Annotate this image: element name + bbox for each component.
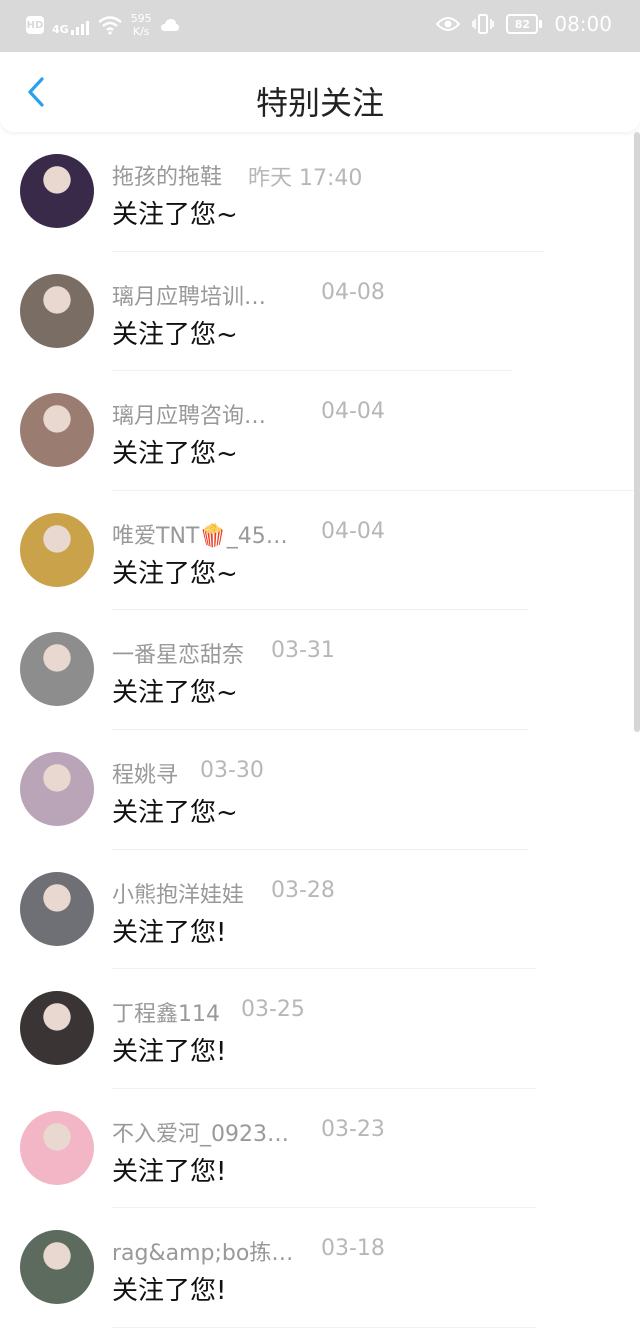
avatar[interactable]	[20, 751, 94, 826]
eye-icon	[436, 17, 461, 31]
user-name[interactable]: 不入爱河_0923…	[112, 1116, 289, 1148]
wifi-icon	[97, 16, 122, 35]
page-title: 特别关注	[255, 84, 384, 122]
signal-bars-icon	[70, 19, 89, 35]
avatar[interactable]	[20, 154, 94, 228]
timestamp: 03-18	[321, 1236, 385, 1262]
timestamp: 03-25	[241, 997, 305, 1023]
user-name[interactable]: 唯爱TNT🍿_45…	[112, 518, 288, 550]
list-item[interactable]: 璃月应聘咨询… 04-04 关注了您~	[0, 371, 640, 491]
avatar[interactable]	[20, 632, 94, 707]
network-label: 4G	[52, 23, 69, 36]
avatar[interactable]	[20, 273, 94, 348]
list-item[interactable]: 唯爱TNT🍿_45… 04-04 关注了您~	[0, 491, 640, 611]
user-name[interactable]: 小熊抱洋娃娃	[112, 877, 244, 909]
follow-message: 关注了您!	[112, 1037, 227, 1068]
cloud-icon	[160, 19, 179, 31]
follow-message: 关注了您~	[112, 797, 238, 828]
follow-message: 关注了您~	[112, 319, 238, 350]
divider	[112, 1326, 536, 1328]
follow-list: 拖孩的拖鞋 昨天 17:40 关注了您~ 璃月应聘培训… 04-08 关注了您~ 璃月应聘咨…	[0, 132, 640, 1328]
user-name[interactable]: 一番星恋甜奈	[112, 637, 244, 669]
user-name[interactable]: 璃月应聘培训…	[112, 279, 266, 311]
avatar[interactable]	[20, 991, 94, 1066]
follow-message: 关注了您!	[112, 917, 227, 948]
follow-message: 关注了您~	[112, 200, 238, 230]
status-left: HD 4G 595 K/s	[26, 12, 180, 38]
follow-message: 关注了您~	[112, 678, 238, 709]
list-item[interactable]: 程姚寻 03-30 关注了您~	[0, 730, 640, 850]
avatar[interactable]	[20, 871, 94, 946]
status-bar: HD 4G 595 K/s 82 08:00	[0, 0, 640, 52]
user-name[interactable]: 璃月应聘咨询…	[112, 398, 266, 430]
avatar[interactable]	[20, 393, 94, 468]
list-item[interactable]: 一番星恋甜奈 03-31 关注了您~	[0, 610, 640, 730]
nav-bar: 特别关注	[0, 52, 640, 132]
network-speed: 595 K/s	[131, 12, 152, 38]
follow-message: 关注了您!	[112, 1156, 227, 1187]
hd-badge: HD	[26, 16, 44, 34]
scrollbar[interactable]	[634, 132, 640, 732]
user-name[interactable]: 丁程鑫114	[112, 996, 220, 1028]
avatar[interactable]	[20, 1230, 94, 1305]
user-name[interactable]: 程姚寻	[112, 757, 178, 789]
timestamp: 03-28	[271, 877, 335, 903]
user-name[interactable]: rag&amp;bo拣…	[112, 1235, 293, 1267]
timestamp: 昨天 17:40	[248, 166, 363, 191]
follow-message: 关注了您~	[112, 439, 238, 470]
avatar[interactable]	[20, 512, 94, 587]
avatar[interactable]	[20, 1110, 94, 1185]
timestamp: 04-04	[321, 399, 385, 425]
list-item[interactable]: 不入爱河_0923… 03-23 关注了您!	[0, 1089, 640, 1209]
user-name[interactable]: 拖孩的拖鞋	[112, 159, 222, 191]
timestamp: 04-04	[321, 518, 385, 544]
timestamp: 03-31	[271, 638, 335, 664]
list-item[interactable]: 璃月应聘培训… 04-08 关注了您~	[0, 252, 640, 372]
follow-message: 关注了您~	[112, 558, 238, 589]
vibrate-icon	[472, 14, 495, 34]
speed-value: 595	[130, 12, 152, 25]
status-right: 82 08:00	[436, 12, 612, 36]
list-item[interactable]: 拖孩的拖鞋 昨天 17:40 关注了您~	[0, 132, 640, 252]
list-item[interactable]: 小熊抱洋娃娃 03-28 关注了您!	[0, 850, 640, 970]
follow-message: 关注了您!	[112, 1276, 227, 1307]
list-item[interactable]: rag&amp;bo拣… 03-18 关注了您!	[0, 1208, 640, 1328]
timestamp: 04-08	[321, 279, 385, 305]
timestamp: 03-30	[200, 757, 264, 783]
clock: 08:00	[554, 12, 612, 36]
battery-indicator: 82	[506, 14, 543, 34]
speed-unit: K/s	[132, 25, 150, 38]
signal-indicator: 4G	[52, 15, 89, 35]
list-item[interactable]: 丁程鑫114 03-25 关注了您!	[0, 969, 640, 1089]
timestamp: 03-23	[321, 1116, 385, 1142]
